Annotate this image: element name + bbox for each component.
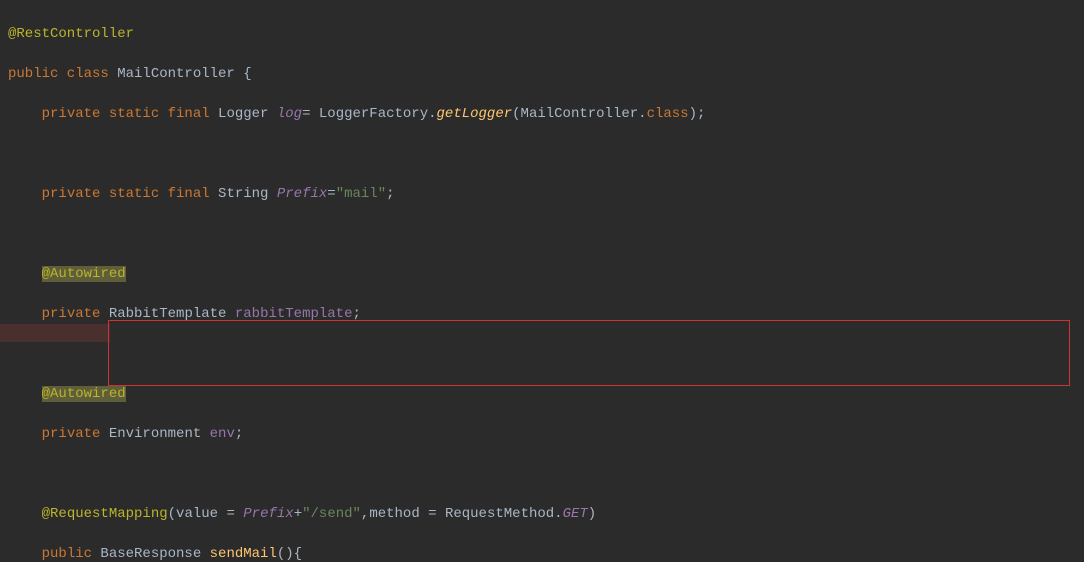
string: "/send" [302,506,361,522]
punct: . [428,106,436,122]
type: Environment [109,426,210,442]
code-line[interactable] [8,144,1084,164]
class-ref: LoggerFactory [319,106,428,122]
punct: . [554,506,562,522]
field: Prefix [243,506,293,522]
class-name: MailController [117,66,243,82]
punct: ; [386,186,394,202]
type: BaseResponse [100,546,209,562]
field: Prefix [277,186,327,202]
param: method [369,506,428,522]
op: = [327,186,335,202]
punct: ); [689,106,706,122]
code-line[interactable]: public BaseResponse sendMail(){ [8,544,1084,562]
code-line[interactable] [8,464,1084,484]
field: log [277,106,302,122]
code-line[interactable] [8,344,1084,364]
punct: { [243,66,251,82]
punct: ; [352,306,360,322]
punct: ( [168,506,176,522]
op: + [294,506,302,522]
code-line[interactable]: @RestController [8,24,1084,44]
op: = [428,506,445,522]
method: getLogger [437,106,513,122]
op: = [302,106,319,122]
keyword: private [42,306,109,322]
method: sendMail [210,546,277,562]
code-line[interactable] [8,224,1084,244]
field: env [210,426,235,442]
code-line[interactable]: private RabbitTemplate rabbitTemplate; [8,304,1084,324]
class-ref: RequestMethod [445,506,554,522]
type: String [218,186,277,202]
punct: ) [588,506,596,522]
code-line[interactable]: public class MailController { [8,64,1084,84]
keyword: public class [8,66,117,82]
code-editor[interactable]: @RestController public class MailControl… [0,0,1084,562]
op: = [226,506,243,522]
annotation: @Autowired [42,266,126,282]
const: GET [563,506,588,522]
keyword: private static final [42,186,218,202]
code-line[interactable]: private static final String Prefix="mail… [8,184,1084,204]
punct: ; [235,426,243,442]
code-line[interactable]: @Autowired [8,384,1084,404]
type: Logger [218,106,277,122]
keyword: private [42,426,109,442]
code-line[interactable]: private Environment env; [8,424,1084,444]
string: "mail" [336,186,386,202]
keyword: private static final [42,106,218,122]
annotation: @RestController [8,26,134,42]
keyword: class [647,106,689,122]
type: RabbitTemplate [109,306,235,322]
param: value [176,506,226,522]
field: rabbitTemplate [235,306,353,322]
code-line[interactable]: @RequestMapping(value = Prefix+"/send",m… [8,504,1084,524]
punct: (MailController. [512,106,646,122]
code-line[interactable]: @Autowired [8,264,1084,284]
code-line[interactable]: private static final Logger log= LoggerF… [8,104,1084,124]
punct: (){ [277,546,302,562]
annotation: @RequestMapping [42,506,168,522]
keyword: public [42,546,101,562]
annotation: @Autowired [42,386,126,402]
